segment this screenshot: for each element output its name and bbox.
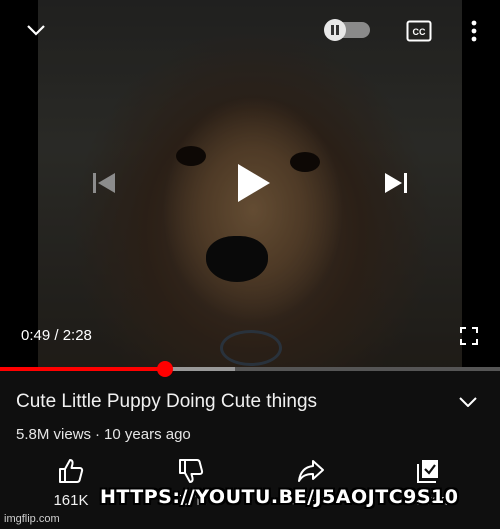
previous-icon <box>93 173 115 193</box>
video-title[interactable]: Cute Little Puppy Doing Cute things <box>16 391 317 413</box>
more-vert-icon <box>471 20 477 42</box>
like-button[interactable]: 161K <box>36 458 106 518</box>
play-button[interactable] <box>230 156 278 210</box>
saved-playlist-check-icon <box>417 460 438 483</box>
share-arrow-icon <box>298 460 324 482</box>
next-icon <box>385 173 407 193</box>
thumbs-down-icon <box>179 459 204 483</box>
previous-button[interactable] <box>86 166 122 200</box>
video-metadata: 5.8M views · 10 years ago <box>16 426 191 443</box>
next-button[interactable] <box>378 166 414 200</box>
progress-bar[interactable] <box>0 361 500 377</box>
more-options-button[interactable] <box>462 16 486 46</box>
fullscreen-button[interactable] <box>454 322 484 350</box>
captions-button[interactable]: CC <box>404 18 434 44</box>
upload-age: 10 years ago <box>104 426 191 443</box>
play-icon <box>238 164 270 202</box>
time-display: 0:49 / 2:28 <box>21 327 92 344</box>
video-player[interactable]: CC 0:49 / 2:28 <box>0 0 500 370</box>
watermark: imgflip.com <box>4 513 60 525</box>
autoplay-track <box>324 19 370 41</box>
fullscreen-icon <box>460 327 478 345</box>
like-count: 161K <box>53 492 89 509</box>
autoplay-pause-icon <box>324 19 346 41</box>
autoplay-toggle[interactable] <box>324 18 372 42</box>
closed-captions-icon: CC <box>406 20 432 42</box>
progress-scrubber-handle[interactable] <box>157 361 173 377</box>
chevron-down-icon <box>27 25 45 36</box>
svg-text:CC: CC <box>413 27 426 37</box>
expand-description-button[interactable] <box>455 390 481 414</box>
progress-played <box>0 367 165 371</box>
view-count: 5.8M views <box>16 426 92 443</box>
meta-separator: · <box>95 426 101 443</box>
thumbs-up-icon <box>59 459 84 483</box>
minimize-button[interactable] <box>22 18 50 42</box>
chevron-down-icon <box>459 397 477 407</box>
overlay-caption-text: HTTPS://YOUTU.BE/J5AOJTC9S10 <box>100 486 459 508</box>
